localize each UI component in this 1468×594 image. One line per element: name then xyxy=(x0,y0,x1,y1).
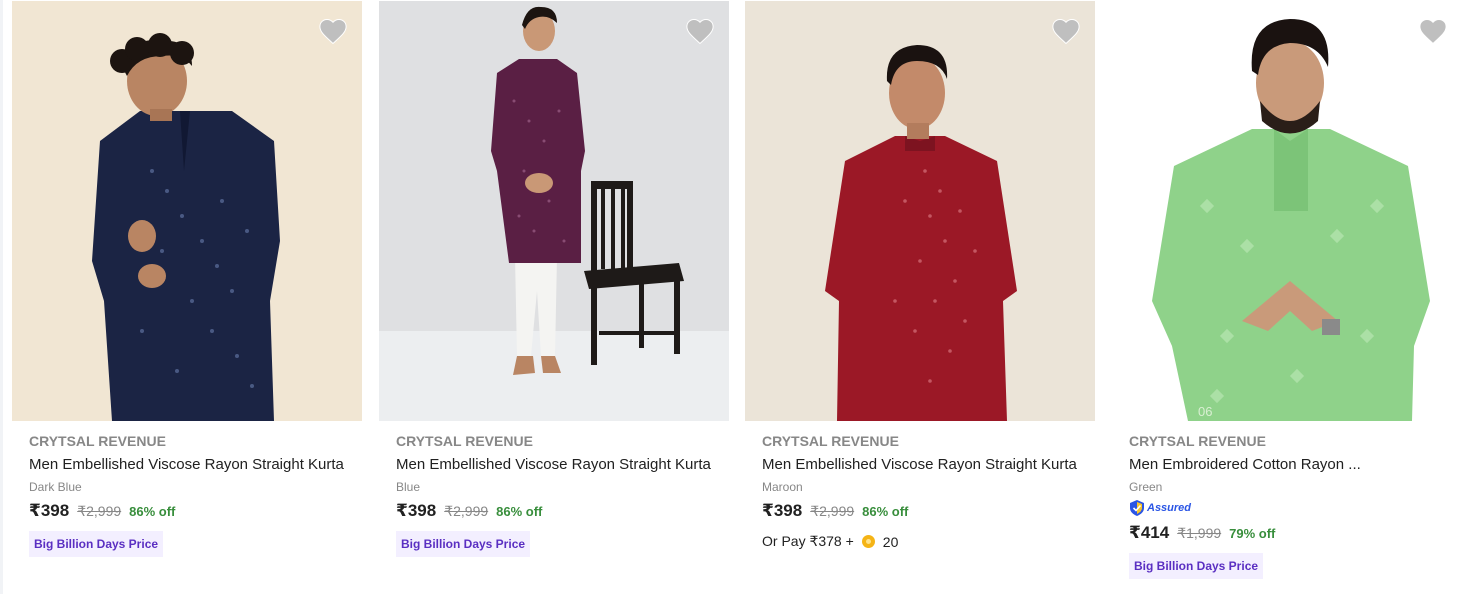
selling-price: ₹398 xyxy=(29,501,70,520)
product-image[interactable]: 06 xyxy=(1112,1,1462,421)
product-title[interactable]: Men Embellished Viscose Rayon Straight K… xyxy=(396,455,721,474)
assured-label: Assured xyxy=(1147,502,1192,514)
product-variant: Blue xyxy=(396,480,421,494)
assured-badge: Assured xyxy=(1129,498,1454,518)
product-variant: Maroon xyxy=(762,480,803,494)
original-price: ₹2,999 xyxy=(444,503,489,519)
product-brand: CRYTSAL REVENUE xyxy=(396,433,533,449)
discount-percent: 86% off xyxy=(862,504,909,519)
product-info: CRYTSAL REVENUE Men Embroidered Cotton R… xyxy=(1129,433,1454,579)
discount-percent: 86% off xyxy=(129,504,176,519)
offer-tag: Big Billion Days Price xyxy=(396,531,531,557)
product-brand: CRYTSAL REVENUE xyxy=(762,433,899,449)
original-price: ₹2,999 xyxy=(810,503,855,519)
discount-percent: 86% off xyxy=(496,504,543,519)
selling-price: ₹398 xyxy=(762,501,803,520)
product-image[interactable] xyxy=(745,1,1095,421)
or-pay-with-coins: Or Pay ₹378 + 20 xyxy=(762,533,1087,550)
product-title[interactable]: Men Embellished Viscose Rayon Straight K… xyxy=(762,455,1087,474)
wishlist-heart-icon[interactable] xyxy=(318,17,348,45)
product-brand: CRYTSAL REVENUE xyxy=(1129,433,1266,449)
product-variant: Green xyxy=(1129,480,1163,494)
or-pay-text: Or Pay ₹378 + xyxy=(762,533,854,549)
product-info: CRYTSAL REVENUE Men Embellished Viscose … xyxy=(396,433,721,557)
supercoin-icon xyxy=(861,535,875,548)
coin-count: 20 xyxy=(882,533,899,550)
page-left-edge xyxy=(0,0,3,594)
wishlist-heart-icon[interactable] xyxy=(685,17,715,45)
product-variant: Dark Blue xyxy=(29,480,82,494)
offer-tag: Big Billion Days Price xyxy=(1129,553,1264,579)
product-info: CRYTSAL REVENUE Men Embellished Viscose … xyxy=(29,433,354,557)
product-card[interactable]: 06 CRYTSAL REVENUE Men Embroidered Cotto… xyxy=(1112,1,1462,594)
price-row: ₹398 ₹2,999 86% off xyxy=(762,501,1087,523)
product-card[interactable]: CRYTSAL REVENUE Men Embellished Viscose … xyxy=(745,1,1095,594)
product-image[interactable] xyxy=(379,1,729,421)
offer-tag: Big Billion Days Price xyxy=(29,531,164,557)
price-row: ₹398 ₹2,999 86% off xyxy=(396,501,721,523)
image-watermark: 06 xyxy=(1198,404,1213,419)
product-title[interactable]: Men Embroidered Cotton Rayon ... xyxy=(1129,455,1454,474)
price-row: ₹414 ₹1,999 79% off xyxy=(1129,523,1454,545)
product-brand: CRYTSAL REVENUE xyxy=(29,433,166,449)
wishlist-heart-icon[interactable] xyxy=(1051,17,1081,45)
wishlist-heart-icon[interactable] xyxy=(1418,17,1448,45)
product-image[interactable] xyxy=(12,1,362,421)
product-info: CRYTSAL REVENUE Men Embellished Viscose … xyxy=(762,433,1087,550)
discount-percent: 79% off xyxy=(1229,526,1276,541)
product-card[interactable]: CRYTSAL REVENUE Men Embellished Viscose … xyxy=(379,1,729,594)
assured-badge-icon xyxy=(1130,500,1144,516)
original-price: ₹1,999 xyxy=(1177,525,1222,541)
product-grid: CRYTSAL REVENUE Men Embellished Viscose … xyxy=(12,1,1468,594)
selling-price: ₹414 xyxy=(1129,523,1170,542)
product-title[interactable]: Men Embellished Viscose Rayon Straight K… xyxy=(29,455,354,474)
original-price: ₹2,999 xyxy=(77,503,122,519)
price-row: ₹398 ₹2,999 86% off xyxy=(29,501,354,523)
selling-price: ₹398 xyxy=(396,501,437,520)
product-card[interactable]: CRYTSAL REVENUE Men Embellished Viscose … xyxy=(12,1,362,594)
